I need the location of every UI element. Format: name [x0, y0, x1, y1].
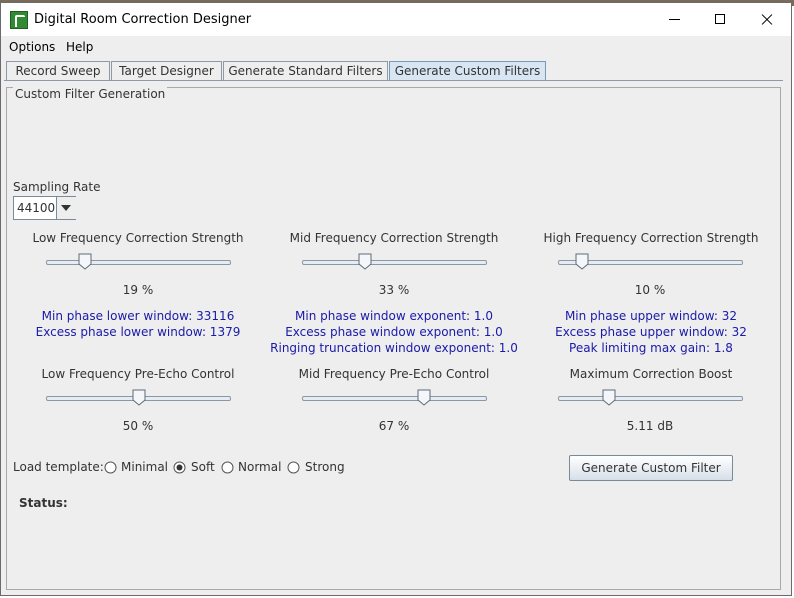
app-window: Digital Room Correction Designer Options…: [0, 2, 792, 596]
high-peak-limit-info: Peak limiting max gain: 1.8: [569, 341, 733, 355]
panel-title: Custom Filter Generation: [13, 87, 168, 101]
radio-normal[interactable]: [221, 461, 234, 474]
sampling-rate-label: Sampling Rate: [13, 180, 101, 194]
slider-thumb[interactable]: [132, 389, 146, 406]
tab-record-sweep[interactable]: Record Sweep: [6, 61, 110, 80]
radio-soft-label[interactable]: Soft: [191, 460, 215, 474]
low-freq-strength-slider[interactable]: [46, 253, 231, 273]
slider-track: [302, 260, 487, 265]
title-bar: Digital Room Correction Designer: [1, 3, 791, 36]
low-preecho-title: Low Frequency Pre-Echo Control: [41, 367, 235, 381]
mid-min-phase-info: Min phase window exponent: 1.0: [295, 309, 493, 323]
slider-thumb[interactable]: [602, 389, 616, 406]
mid-freq-strength-slider[interactable]: [302, 253, 487, 273]
radio-minimal-label[interactable]: Minimal: [121, 460, 168, 474]
max-boost-title: Maximum Correction Boost: [569, 367, 733, 381]
tab-generate-custom-filters[interactable]: Generate Custom Filters: [389, 61, 546, 80]
tab-target-designer[interactable]: Target Designer: [111, 61, 222, 80]
slider-thumb[interactable]: [78, 253, 92, 270]
load-template-label: Load template:: [13, 460, 104, 474]
mid-freq-strength-title: Mid Frequency Correction Strength: [289, 231, 499, 245]
window-title: Digital Room Correction Designer: [34, 12, 252, 27]
menu-bar: Options Help: [1, 36, 791, 58]
high-freq-strength-title: High Frequency Correction Strength: [543, 231, 759, 245]
sampling-rate-select[interactable]: 44100: [13, 196, 76, 220]
mid-ringing-info: Ringing truncation window exponent: 1.0: [270, 341, 518, 355]
max-boost-value: 5.11 dB: [626, 419, 674, 433]
minimize-icon[interactable]: [651, 3, 697, 36]
mid-freq-strength-value: 33 %: [378, 283, 410, 297]
high-freq-strength-slider[interactable]: [558, 253, 743, 273]
mid-preecho-slider[interactable]: [302, 389, 487, 409]
menu-help[interactable]: Help: [66, 40, 93, 54]
tab-generate-standard-filters[interactable]: Generate Standard Filters: [223, 61, 388, 80]
tab-divider: [4, 80, 783, 81]
slider-track: [46, 260, 231, 265]
maximize-icon[interactable]: [697, 3, 743, 36]
low-excess-phase-info: Excess phase lower window: 1379: [35, 325, 241, 339]
menu-options[interactable]: Options: [9, 40, 55, 54]
sampling-rate-value: 44100: [17, 201, 56, 215]
close-icon[interactable]: [743, 3, 789, 36]
slider-track: [558, 396, 743, 401]
slider-track: [302, 396, 487, 401]
slider-thumb[interactable]: [417, 389, 431, 406]
high-freq-strength-value: 10 %: [634, 283, 666, 297]
radio-strong-label[interactable]: Strong: [305, 460, 345, 474]
radio-normal-label[interactable]: Normal: [238, 460, 281, 474]
max-boost-slider[interactable]: [558, 389, 743, 409]
chevron-down-icon[interactable]: [56, 197, 76, 219]
radio-soft[interactable]: [173, 461, 186, 474]
radio-strong[interactable]: [287, 461, 300, 474]
mid-excess-phase-info: Excess phase window exponent: 1.0: [285, 325, 503, 339]
low-preecho-value: 50 %: [122, 419, 154, 433]
high-min-phase-info: Min phase upper window: 32: [564, 309, 738, 323]
status-label: Status:: [19, 496, 68, 510]
low-preecho-slider[interactable]: [46, 389, 231, 409]
app-icon: [10, 11, 28, 29]
high-excess-phase-info: Excess phase upper window: 32: [555, 325, 747, 339]
low-min-phase-info: Min phase lower window: 33116: [41, 309, 235, 323]
radio-minimal[interactable]: [104, 461, 117, 474]
low-freq-strength-value: 19 %: [122, 283, 154, 297]
slider-thumb[interactable]: [575, 253, 589, 270]
generate-custom-filter-button[interactable]: Generate Custom Filter: [569, 455, 733, 481]
mid-preecho-title: Mid Frequency Pre-Echo Control: [298, 367, 490, 381]
low-freq-strength-title: Low Frequency Correction Strength: [32, 231, 244, 245]
slider-thumb[interactable]: [358, 253, 372, 270]
mid-preecho-value: 67 %: [378, 419, 410, 433]
